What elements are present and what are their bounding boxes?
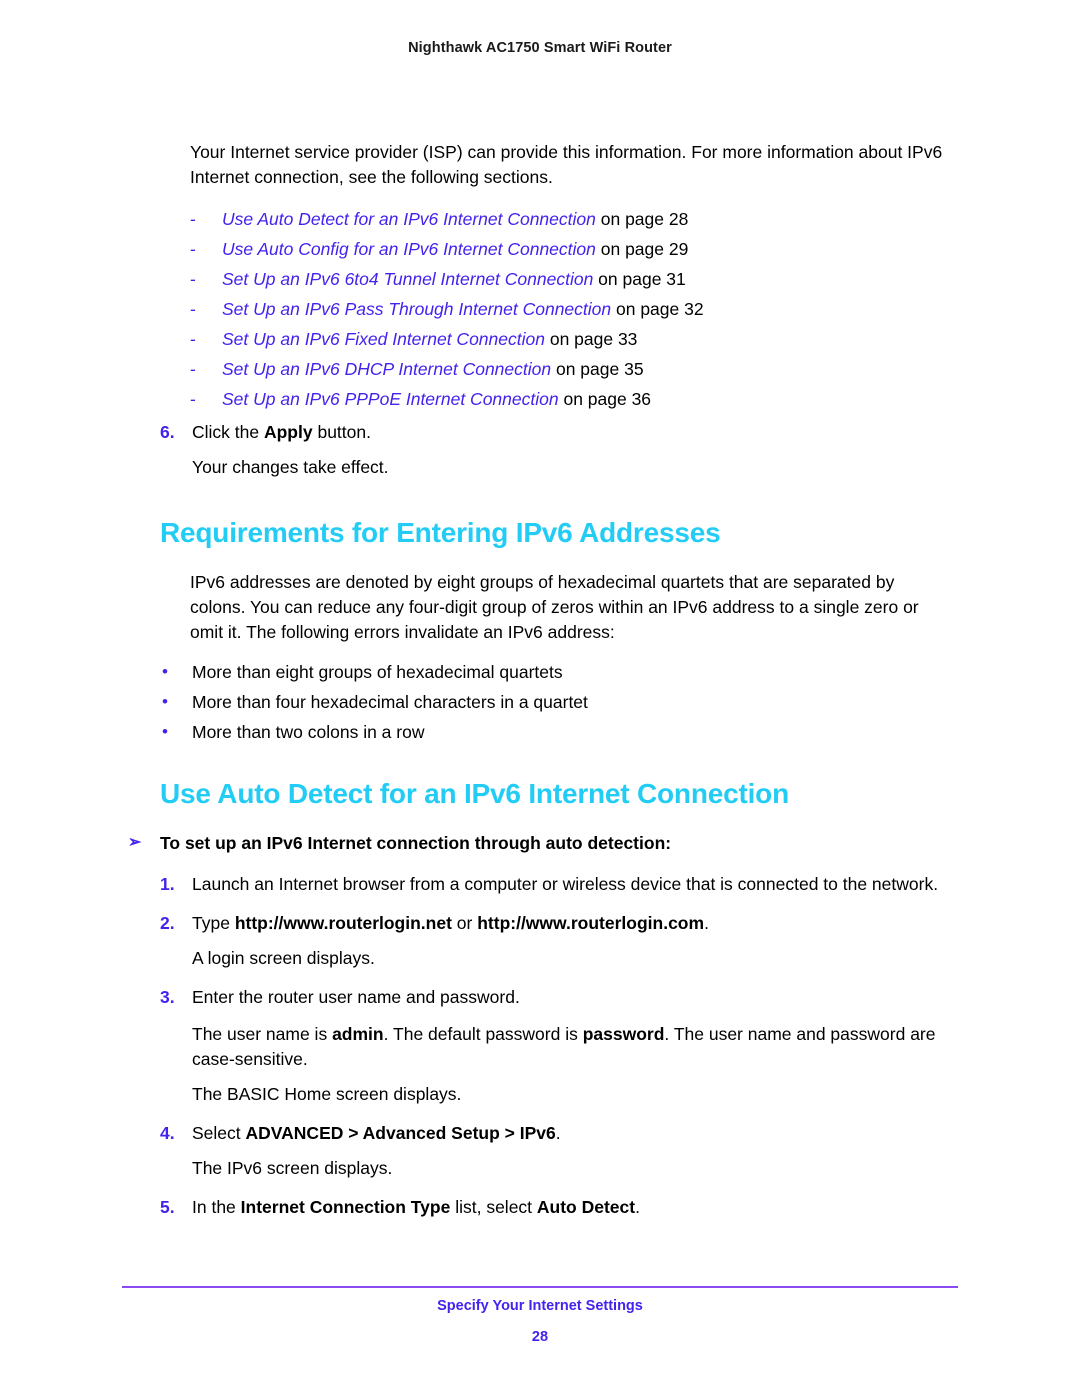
step-text-after: .: [555, 1123, 561, 1143]
cross-reference-link[interactable]: Set Up an IPv6 DHCP Internet Connection: [222, 359, 551, 379]
step-6: 6. Click the Apply button.: [160, 420, 982, 445]
requirements-paragraph: IPv6 addresses are denoted by eight grou…: [190, 572, 919, 642]
step-text: Enter the router user name and password.: [192, 987, 520, 1007]
cross-reference-page: on page 35: [551, 359, 644, 379]
section-heading-auto-detect: Use Auto Detect for an IPv6 Internet Con…: [160, 778, 789, 809]
footer-page-number: 28: [531, 1329, 549, 1345]
cross-reference-page: on page 29: [595, 239, 689, 259]
section-heading-requirements: Requirements for Entering IPv6 Addresses: [160, 517, 721, 548]
cross-reference-link[interactable]: Set Up an IPv6 PPPoE Internet Connection: [222, 389, 559, 409]
step-text-before: Click the: [192, 422, 264, 442]
step-text-after: .: [704, 913, 709, 933]
step-text-before: Type: [192, 913, 235, 933]
bullet-text: More than eight groups of hexadecimal qu…: [192, 662, 563, 682]
list-item[interactable]: - Use Auto Detect for an IPv6 Internet C…: [190, 204, 980, 234]
menu-path-advanced-setup-ipv6: ADVANCED > Advanced Setup > IPv6: [245, 1123, 556, 1143]
dash-marker: -: [190, 389, 196, 409]
list-item[interactable]: - Set Up an IPv6 Fixed Internet Connecti…: [190, 324, 980, 354]
step-5: 5. In the Internet Connection Type list,…: [160, 1195, 982, 1220]
apply-button-name: Apply: [263, 422, 313, 442]
list-item[interactable]: - Set Up an IPv6 Pass Through Internet C…: [190, 294, 980, 324]
intro-paragraph: Your Internet service provider (ISP) can…: [190, 142, 943, 187]
footer-divider: [122, 1286, 958, 1288]
step-4-result: The IPv6 screen displays.: [192, 1158, 393, 1178]
bullet-text: More than four hexadecimal characters in…: [192, 692, 588, 712]
step-1: 1. Launch an Internet browser from a com…: [160, 872, 982, 897]
router-url-net: http://www.routerlogin.net: [234, 913, 452, 933]
list-item[interactable]: - Use Auto Config for an IPv6 Internet C…: [190, 234, 980, 264]
step-3-result: The user name is admin. The default pass…: [192, 1022, 952, 1072]
dash-marker: -: [190, 329, 196, 349]
bullet-dot-icon: •: [162, 662, 168, 681]
bullet-text: More than two colons in a row: [192, 722, 425, 742]
list-item[interactable]: - Set Up an IPv6 PPPoE Internet Connecti…: [190, 384, 980, 414]
default-username: admin: [332, 1024, 384, 1044]
bullet-dot-icon: •: [162, 722, 168, 741]
default-password: password: [582, 1024, 665, 1044]
dash-marker: -: [190, 239, 196, 259]
cross-reference-page: on page 32: [611, 299, 704, 319]
step-number: 2.: [160, 913, 175, 933]
step-text-before: Select: [192, 1123, 246, 1143]
step-text-middle: or: [451, 913, 478, 933]
step-text: Launch an Internet browser from a comput…: [192, 874, 939, 894]
step-number: 6.: [160, 422, 175, 442]
cross-reference-link[interactable]: Use Auto Detect for an IPv6 Internet Con…: [222, 209, 596, 229]
procedure-lead-text: To set up an IPv6 Internet connection th…: [160, 833, 672, 853]
step-6-result: Your changes take effect.: [192, 457, 389, 477]
list-item: • More than two colons in a row: [160, 717, 950, 747]
cross-reference-link[interactable]: Set Up an IPv6 6to4 Tunnel Internet Conn…: [222, 269, 593, 289]
list-item: • More than eight groups of hexadecimal …: [160, 657, 950, 687]
procedure-lead-in: ➢ To set up an IPv6 Internet connection …: [128, 831, 1080, 856]
result-text-middle: . The default password is: [383, 1024, 583, 1044]
step-number: 1.: [160, 874, 175, 894]
bullet-dot-icon: •: [162, 692, 168, 711]
footer-chapter-title: Specify Your Internet Settings: [437, 1298, 643, 1314]
page-content: Your Internet service provider (ISP) can…: [0, 140, 1080, 1220]
cross-reference-page: on page 36: [558, 389, 652, 409]
step-text-after: button.: [312, 422, 371, 442]
dash-marker: -: [190, 299, 196, 319]
cross-reference-page: on page 33: [544, 329, 638, 349]
requirements-bullet-list: • More than eight groups of hexadecimal …: [160, 657, 950, 747]
step-4: 4. Select ADVANCED > Advanced Setup > IP…: [160, 1121, 982, 1146]
cross-reference-link[interactable]: Set Up an IPv6 Fixed Internet Connection: [222, 329, 545, 349]
list-item: • More than four hexadecimal characters …: [160, 687, 950, 717]
cross-reference-list: - Use Auto Detect for an IPv6 Internet C…: [190, 204, 980, 414]
result-text-before: The user name is: [192, 1024, 333, 1044]
step-number: 5.: [160, 1197, 175, 1217]
cross-reference-link[interactable]: Use Auto Config for an IPv6 Internet Con…: [222, 239, 596, 259]
router-url-com: http://www.routerlogin.com: [477, 913, 705, 933]
dash-marker: -: [190, 269, 196, 289]
cross-reference-page: on page 31: [593, 269, 686, 289]
list-item[interactable]: - Set Up an IPv6 6to4 Tunnel Internet Co…: [190, 264, 980, 294]
step-3-result-2: The BASIC Home screen displays.: [192, 1084, 462, 1104]
dash-marker: -: [190, 359, 196, 379]
cross-reference-link[interactable]: Set Up an IPv6 Pass Through Internet Con…: [222, 299, 611, 319]
step-text-before: In the: [192, 1197, 241, 1217]
cross-reference-page: on page 28: [595, 209, 689, 229]
step-number: 3.: [160, 987, 175, 1007]
dash-marker: -: [190, 209, 196, 229]
internet-connection-type-label: Internet Connection Type: [240, 1197, 451, 1217]
arrow-right-icon: ➢: [128, 834, 142, 851]
step-text-middle: list, select: [450, 1197, 537, 1217]
step-number: 4.: [160, 1123, 175, 1143]
list-item[interactable]: - Set Up an IPv6 DHCP Internet Connectio…: [190, 354, 980, 384]
step-3: 3. Enter the router user name and passwo…: [160, 985, 982, 1010]
auto-detect-option: Auto Detect: [536, 1197, 636, 1217]
step-text-after: .: [635, 1197, 640, 1217]
step-2: 2. Type http://www.routerlogin.net or ht…: [160, 911, 982, 936]
step-2-result: A login screen displays.: [192, 948, 375, 968]
running-header-title: Nighthawk AC1750 Smart WiFi Router: [408, 40, 672, 56]
